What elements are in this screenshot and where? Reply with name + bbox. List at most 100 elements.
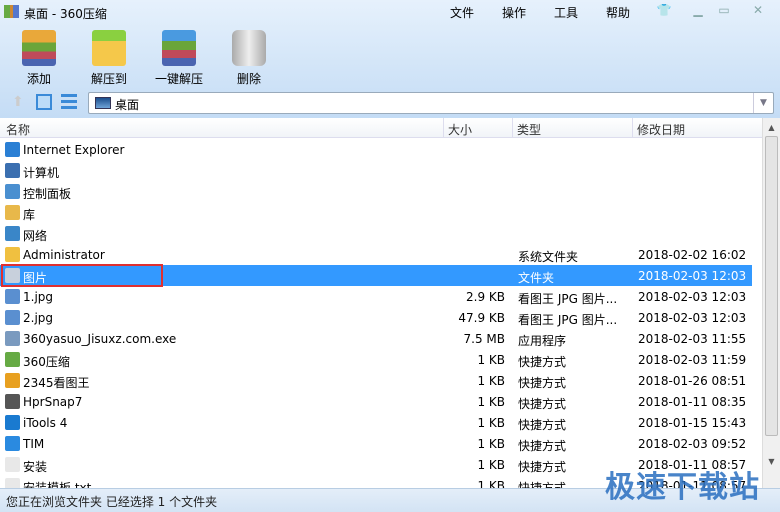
add-button[interactable]: 添加 [4,30,74,87]
file-row[interactable]: 2.jpg 47.9 KB 看图王 JPG 图片... 2018-02-03 1… [0,307,752,328]
file-name: 360yasuo_Jisuxz.com.exe [23,332,177,346]
control-panel-icon [5,184,20,199]
file-size: 2.9 KB [466,290,505,304]
file-type: 文件夹 [518,271,555,285]
file-row[interactable]: 库 [0,202,752,223]
menu-operation[interactable]: 操作 [502,4,526,21]
file-date: 2018-02-02 16:02 [638,248,747,262]
file-date: 2018-02-03 11:55 [638,332,747,346]
file-row[interactable]: 网络 [0,223,752,244]
file-row[interactable]: TIM 1 KB 快捷方式 2018-02-03 09:52 [0,433,752,454]
file-name: 安装 [23,460,48,474]
file-name: Internet Explorer [23,143,125,157]
file-row[interactable]: 360压缩 1 KB 快捷方式 2018-02-03 11:59 [0,349,752,370]
file-row[interactable]: HprSnap7 1 KB 快捷方式 2018-01-11 08:35 [0,391,752,412]
close-icon[interactable]: ✕ [748,3,768,19]
file-row[interactable]: iTools 4 1 KB 快捷方式 2018-01-15 15:43 [0,412,752,433]
file-date: 2018-01-11 08:35 [638,395,747,409]
column-name[interactable]: 名称 [6,121,30,138]
column-date[interactable]: 修改日期 [637,121,685,138]
file-name: Administrator [23,248,105,262]
file-name: HprSnap7 [23,395,83,409]
status-text: 您正在浏览文件夹 已经选择 1 个文件夹 [6,495,218,509]
icon-view-icon[interactable] [36,94,52,110]
address-dropdown-icon[interactable]: ▼ [753,93,773,113]
up-icon[interactable]: ⬆ [12,94,28,110]
file-size: 1 KB [477,395,505,409]
watermark-logo: 极速下载站 [605,470,760,505]
title-toolbar-area: 桌面 - 360压缩 文件 操作 工具 帮助 👕 ▁ ▭ ✕ 添加 解压到 一键… [0,0,780,118]
hprsnap-icon [5,394,20,409]
computer-icon [5,163,20,178]
add-archive-icon [22,30,56,66]
file-size: 1 KB [477,416,505,430]
360zip-icon [5,352,20,367]
list-view-icon[interactable] [61,94,77,110]
file-type: 快捷方式 [518,439,567,453]
file-type: 快捷方式 [518,460,567,474]
skin-icon[interactable]: 👕 [654,3,674,19]
file-row[interactable]: 360yasuo_Jisuxz.com.exe 7.5 MB 应用程序 2018… [0,328,752,349]
file-date: 2018-02-03 11:59 [638,353,747,367]
delete-button[interactable]: 删除 [214,30,284,87]
maximize-icon[interactable]: ▭ [714,3,734,19]
file-name: 网络 [23,229,48,243]
file-row[interactable]: 计算机 [0,160,752,181]
highlight-box [1,264,163,287]
file-name: TIM [23,437,45,451]
file-size: 1 KB [477,458,505,472]
column-size[interactable]: 大小 [448,121,472,138]
file-row[interactable]: Administrator 系统文件夹 2018-02-02 16:02 [0,244,752,265]
file-date: 2018-01-26 08:51 [638,374,747,388]
file-date: 2018-02-03 09:52 [638,437,747,451]
file-size: 47.9 KB [458,311,505,325]
scroll-up-icon[interactable]: ▲ [764,120,779,136]
tim-icon [5,436,20,451]
file-row[interactable]: Internet Explorer [0,139,752,160]
file-type: 看图王 JPG 图片... [518,313,618,327]
file-type: 应用程序 [518,334,567,348]
extract-to-label: 解压到 [90,72,127,86]
menu-file[interactable]: 文件 [450,4,474,21]
file-type: 快捷方式 [518,418,567,432]
vertical-scrollbar[interactable]: ▲ ▼ [762,118,780,488]
extract-to-icon [92,30,126,66]
file-name: 2345看图王 [23,376,90,390]
file-type: 系统文件夹 [518,250,579,264]
ie-icon [5,142,20,157]
file-date: 2018-02-03 12:03 [638,290,747,304]
file-size: 7.5 MB [463,332,505,346]
file-size: 1 KB [477,374,505,388]
window-title: 桌面 - 360压缩 [24,7,107,21]
file-row[interactable]: 1.jpg 2.9 KB 看图王 JPG 图片... 2018-02-03 12… [0,286,752,307]
scroll-down-icon[interactable]: ▼ [764,454,779,470]
file-type: 快捷方式 [518,397,567,411]
one-click-extract-icon [162,30,196,66]
file-size: 1 KB [477,479,505,488]
file-type: 快捷方式 [518,481,567,488]
file-row[interactable]: 控制面板 [0,181,752,202]
one-click-extract-label: 一键解压 [154,72,203,86]
address-value: 桌面 [115,98,140,112]
address-bar[interactable]: 桌面 ▼ [88,92,774,114]
add-label: 添加 [26,72,51,86]
file-row[interactable]: 2345看图王 1 KB 快捷方式 2018-01-26 08:51 [0,370,752,391]
file-type: 看图王 JPG 图片... [518,292,618,306]
menu-tools[interactable]: 工具 [554,4,578,21]
column-type[interactable]: 类型 [517,121,541,138]
one-click-extract-button[interactable]: 一键解压 [144,30,214,87]
file-name: 计算机 [23,166,60,180]
folder-icon [5,247,20,262]
scrollbar-thumb[interactable] [765,136,778,436]
exe-icon [5,331,20,346]
delete-label: 删除 [236,72,261,86]
file-size: 1 KB [477,353,505,367]
library-icon [5,205,20,220]
file-name: 360压缩 [23,355,70,369]
list-header: 名称 大小 类型 修改日期 [0,118,762,138]
menu-help[interactable]: 帮助 [606,4,630,21]
file-list: 名称 大小 类型 修改日期 Internet Explorer 计算机 控制面板… [0,118,780,488]
desktop-icon [95,97,111,109]
extract-to-button[interactable]: 解压到 [74,30,144,87]
minimize-icon[interactable]: ▁ [688,3,708,19]
